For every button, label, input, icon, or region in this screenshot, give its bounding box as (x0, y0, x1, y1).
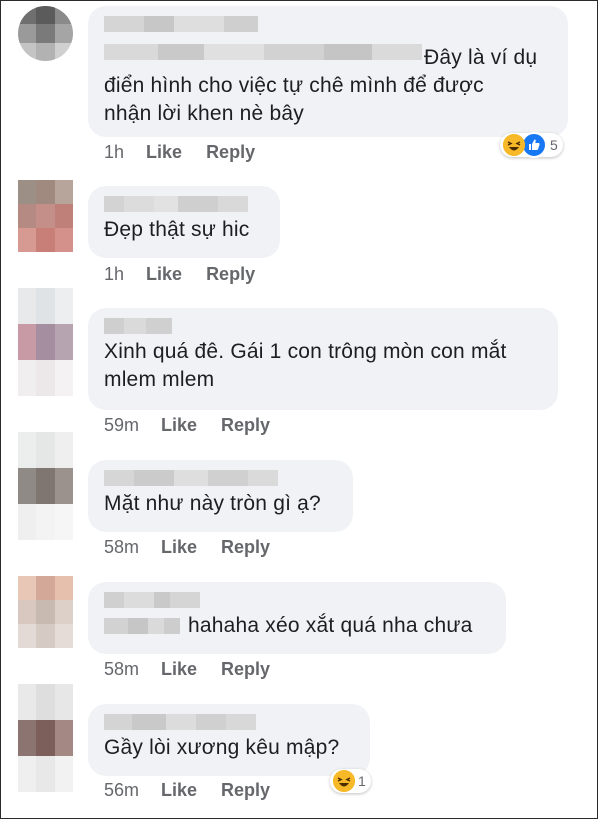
comment-text: Gầy lòi xương kêu mập? (104, 736, 340, 759)
blurred-author-name (104, 318, 542, 334)
reply-button[interactable]: Reply (221, 659, 270, 680)
reply-button[interactable]: Reply (221, 415, 270, 436)
blurred-author-name (104, 592, 490, 608)
comment-bubble: hahaha xéo xắt quá nha chưa (88, 582, 506, 654)
comment-bubble: Đây là ví dụ điển hình cho việc tự chê m… (88, 6, 568, 137)
reply-button[interactable]: Reply (206, 264, 255, 285)
comment-time[interactable]: 56m (104, 780, 139, 801)
comment-text: Mặt như này tròn gì ạ? (104, 492, 321, 515)
blurred-author-name (104, 16, 258, 32)
comment-text: Xinh quá đê. Gái 1 con trông mòn con mắt… (104, 340, 507, 391)
reaction-summary[interactable]: 1 (330, 769, 371, 793)
comment-text: hahaha xéo xắt quá nha chưa (188, 614, 473, 637)
comment-time[interactable]: 1h (104, 264, 124, 285)
comment-time[interactable]: 58m (104, 659, 139, 680)
like-button[interactable]: Like (146, 142, 182, 163)
like-button[interactable]: Like (161, 780, 197, 801)
reaction-count: 1 (358, 773, 366, 789)
comment-actions: 1h Like Reply (104, 142, 255, 163)
avatar[interactable] (18, 684, 73, 792)
avatar[interactable] (18, 432, 73, 540)
avatar[interactable] (18, 288, 73, 396)
avatar[interactable] (18, 576, 73, 648)
blurred-author-name (104, 470, 337, 486)
reaction-summary[interactable]: 5 (500, 132, 563, 158)
comment-text: Đây là ví dụ điển hình cho việc tự chê m… (104, 46, 538, 125)
comment-time[interactable]: 58m (104, 537, 139, 558)
avatar[interactable] (18, 6, 73, 61)
reply-button[interactable]: Reply (206, 142, 255, 163)
comment-text: Đẹp thật sự hic (104, 218, 250, 241)
reply-button[interactable]: Reply (221, 780, 270, 801)
comment-actions: 58m Like Reply (104, 537, 270, 558)
comment-time[interactable]: 59m (104, 415, 139, 436)
like-button[interactable]: Like (161, 537, 197, 558)
comment-actions: 59m Like Reply (104, 415, 270, 436)
comment-actions: 58m Like Reply (104, 659, 270, 680)
like-button[interactable]: Like (161, 415, 197, 436)
comment-bubble: Gầy lòi xương kêu mập? (88, 704, 370, 776)
comment-bubble: Xinh quá đê. Gái 1 con trông mòn con mắt… (88, 308, 558, 410)
reaction-count: 5 (550, 137, 558, 153)
haha-reaction-icon (503, 134, 525, 156)
haha-reaction-icon (333, 770, 355, 792)
comment-actions: 56m Like Reply (104, 780, 270, 801)
comment-bubble: Đẹp thật sự hic (88, 186, 280, 258)
comment-actions: 1h Like Reply (104, 264, 255, 285)
comment-bubble: Mặt như này tròn gì ạ? (88, 460, 353, 532)
blurred-author-name (104, 196, 264, 212)
blurred-author-name (104, 714, 354, 730)
comment-time[interactable]: 1h (104, 142, 124, 163)
blurred-author-name (104, 618, 180, 634)
like-button[interactable]: Like (161, 659, 197, 680)
avatar[interactable] (18, 180, 73, 252)
like-button[interactable]: Like (146, 264, 182, 285)
reply-button[interactable]: Reply (221, 537, 270, 558)
